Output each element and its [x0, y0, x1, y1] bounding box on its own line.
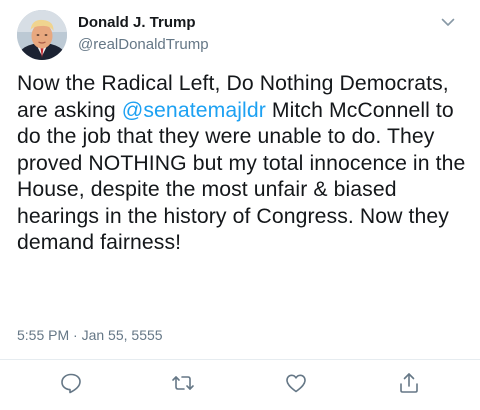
retweet-button[interactable]: [171, 371, 195, 395]
tweet-meta: 5:55 PM · Jan 55, 5555: [17, 327, 163, 343]
tweet-card: Donald J. Trump @realDonaldTrump Now the…: [0, 0, 480, 410]
user-handle[interactable]: @realDonaldTrump: [78, 36, 209, 53]
like-button[interactable]: [284, 371, 308, 395]
avatar[interactable]: [17, 10, 67, 60]
reply-button[interactable]: [59, 371, 83, 395]
chevron-down-icon[interactable]: [440, 14, 456, 30]
tweet-date[interactable]: Jan 55, 5555: [82, 327, 163, 343]
share-icon: [400, 373, 418, 393]
tweet-time[interactable]: 5:55 PM: [17, 327, 69, 343]
mention-link[interactable]: @senatemajldr: [122, 99, 266, 122]
tweet-text: Now the Radical Left, Do Nothing Democra…: [17, 71, 472, 257]
retweet-icon: [172, 376, 194, 390]
share-button[interactable]: [397, 371, 421, 395]
avatar-image: [17, 10, 67, 60]
reply-icon: [61, 373, 81, 394]
heart-icon: [286, 374, 306, 393]
divider: [0, 359, 480, 360]
meta-separator: ·: [73, 327, 78, 343]
display-name[interactable]: Donald J. Trump: [78, 14, 196, 31]
